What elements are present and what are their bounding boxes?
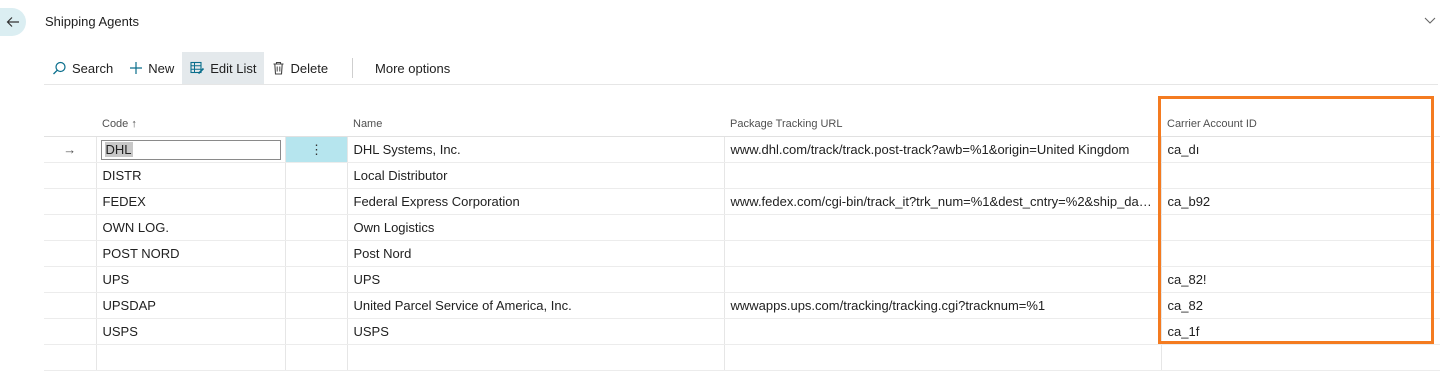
table-row[interactable]: UPS UPS ca_82! (44, 266, 1440, 293)
table-row[interactable]: OWN LOG. Own Logistics (44, 214, 1440, 241)
page-title: Shipping Agents (45, 14, 139, 29)
row-indicator (44, 318, 96, 345)
row-actions-cell[interactable] (284, 292, 347, 319)
package-tracking-url-cell[interactable]: wwwapps.ups.com/tracking/tracking.cgi?tr… (723, 292, 1161, 319)
collapse-button[interactable] (1424, 14, 1436, 29)
package-tracking-url-cell[interactable] (723, 162, 1161, 189)
toolbar-divider (352, 58, 354, 78)
code-cell[interactable]: DISTR (95, 162, 285, 189)
row-menu-header (285, 112, 347, 137)
chevron-down-icon (1424, 17, 1436, 24)
code-cell[interactable]: UPS (95, 266, 285, 293)
name-cell[interactable]: Federal Express Corporation (346, 188, 724, 215)
table-row-empty[interactable] (44, 344, 1440, 371)
name-cell[interactable]: USPS (346, 318, 724, 345)
row-actions-menu-icon[interactable]: ⋮ (284, 136, 347, 163)
search-label: Search (72, 60, 114, 76)
more-options-label: More options (375, 60, 451, 76)
name-cell[interactable]: United Parcel Service of America, Inc. (346, 292, 724, 319)
carrier-account-id-cell[interactable] (1160, 162, 1440, 189)
row-actions-cell[interactable] (284, 162, 347, 189)
table-header-row: Code ↑ Name Package Tracking URL Carrier… (44, 112, 1440, 137)
delete-button[interactable]: Delete (264, 52, 336, 84)
column-header-carrier-account-id[interactable]: Carrier Account ID (1161, 112, 1440, 137)
row-indicator (44, 240, 96, 267)
code-cell[interactable]: UPSDAP (95, 292, 285, 319)
table-row[interactable]: → DHL ⋮ DHL Systems, Inc. www.dhl.com/tr… (44, 136, 1440, 163)
new-button[interactable]: New (121, 52, 182, 84)
package-tracking-url-cell[interactable] (723, 318, 1161, 345)
package-tracking-url-cell[interactable] (723, 344, 1161, 371)
code-cell[interactable] (95, 344, 285, 371)
code-cell[interactable]: POST NORD (95, 240, 285, 267)
edit-list-button[interactable]: Edit List (182, 52, 265, 84)
carrier-account-id-cell[interactable] (1160, 214, 1440, 241)
search-button[interactable]: Search (44, 52, 121, 84)
carrier-account-id-cell[interactable] (1160, 344, 1440, 371)
delete-label: Delete (290, 60, 329, 76)
table-row[interactable]: USPS USPS ca_1f (44, 318, 1440, 345)
code-input[interactable]: DHL (100, 139, 281, 160)
row-indicator (44, 162, 96, 189)
name-cell[interactable]: Post Nord (346, 240, 724, 267)
row-actions-cell[interactable] (284, 344, 347, 371)
package-tracking-url-cell[interactable]: www.fedex.com/cgi-bin/track_it?trk_num=%… (723, 188, 1161, 215)
column-header-name[interactable]: Name (347, 112, 724, 137)
name-cell[interactable]: Own Logistics (346, 214, 724, 241)
arrow-left-icon (6, 17, 19, 27)
shipping-agents-table: Code ↑ Name Package Tracking URL Carrier… (44, 112, 1440, 371)
package-tracking-url-cell[interactable] (723, 266, 1161, 293)
column-header-code[interactable]: Code ↑ (96, 112, 285, 137)
plus-icon (130, 62, 143, 74)
new-label: New (148, 60, 175, 76)
carrier-account-id-cell[interactable]: ca_82! (1160, 266, 1440, 293)
carrier-account-id-cell[interactable]: ca_b92 (1160, 188, 1440, 215)
row-actions-cell[interactable] (284, 240, 347, 267)
column-header-package-tracking-url[interactable]: Package Tracking URL (724, 112, 1161, 137)
code-cell[interactable]: OWN LOG. (95, 214, 285, 241)
name-cell[interactable] (346, 344, 724, 371)
row-actions-cell[interactable] (284, 266, 347, 293)
carrier-account-id-cell[interactable]: ca_dı (1160, 136, 1440, 163)
row-actions-cell[interactable] (284, 214, 347, 241)
table-row[interactable]: FEDEX Federal Express Corporation www.fe… (44, 188, 1440, 215)
action-bar: Search New Edit List Delete More options (44, 52, 1438, 85)
code-cell[interactable]: DHL (95, 136, 285, 163)
table-row[interactable]: UPSDAP United Parcel Service of America,… (44, 292, 1440, 319)
sort-ascending-icon: ↑ (131, 118, 137, 130)
code-cell[interactable]: FEDEX (95, 188, 285, 215)
search-icon (53, 61, 66, 74)
edit-list-icon (190, 61, 205, 75)
row-actions-cell[interactable] (284, 318, 347, 345)
row-actions-cell[interactable] (284, 188, 347, 215)
code-value: DHL (104, 142, 133, 157)
package-tracking-url-cell[interactable] (723, 214, 1161, 241)
name-cell[interactable]: Local Distributor (346, 162, 724, 189)
trash-icon (273, 61, 284, 75)
row-indicator-header (44, 112, 96, 137)
carrier-account-id-cell[interactable]: ca_82 (1160, 292, 1440, 319)
name-cell[interactable]: UPS (346, 266, 724, 293)
more-options-button[interactable]: More options (367, 52, 458, 84)
row-indicator (44, 188, 96, 215)
row-indicator-arrow-icon: → (44, 136, 96, 163)
row-indicator (44, 344, 96, 371)
table-row[interactable]: DISTR Local Distributor (44, 162, 1440, 189)
carrier-account-id-cell[interactable]: ca_1f (1160, 318, 1440, 345)
package-tracking-url-cell[interactable] (723, 240, 1161, 267)
carrier-account-id-cell[interactable] (1160, 240, 1440, 267)
row-indicator (44, 266, 96, 293)
row-indicator (44, 292, 96, 319)
back-button[interactable] (0, 8, 26, 36)
package-tracking-url-cell[interactable]: www.dhl.com/track/track.post-track?awb=%… (723, 136, 1161, 163)
edit-list-label: Edit List (210, 60, 257, 76)
table-row[interactable]: POST NORD Post Nord (44, 240, 1440, 267)
name-cell[interactable]: DHL Systems, Inc. (346, 136, 724, 163)
row-indicator (44, 214, 96, 241)
code-cell[interactable]: USPS (95, 318, 285, 345)
